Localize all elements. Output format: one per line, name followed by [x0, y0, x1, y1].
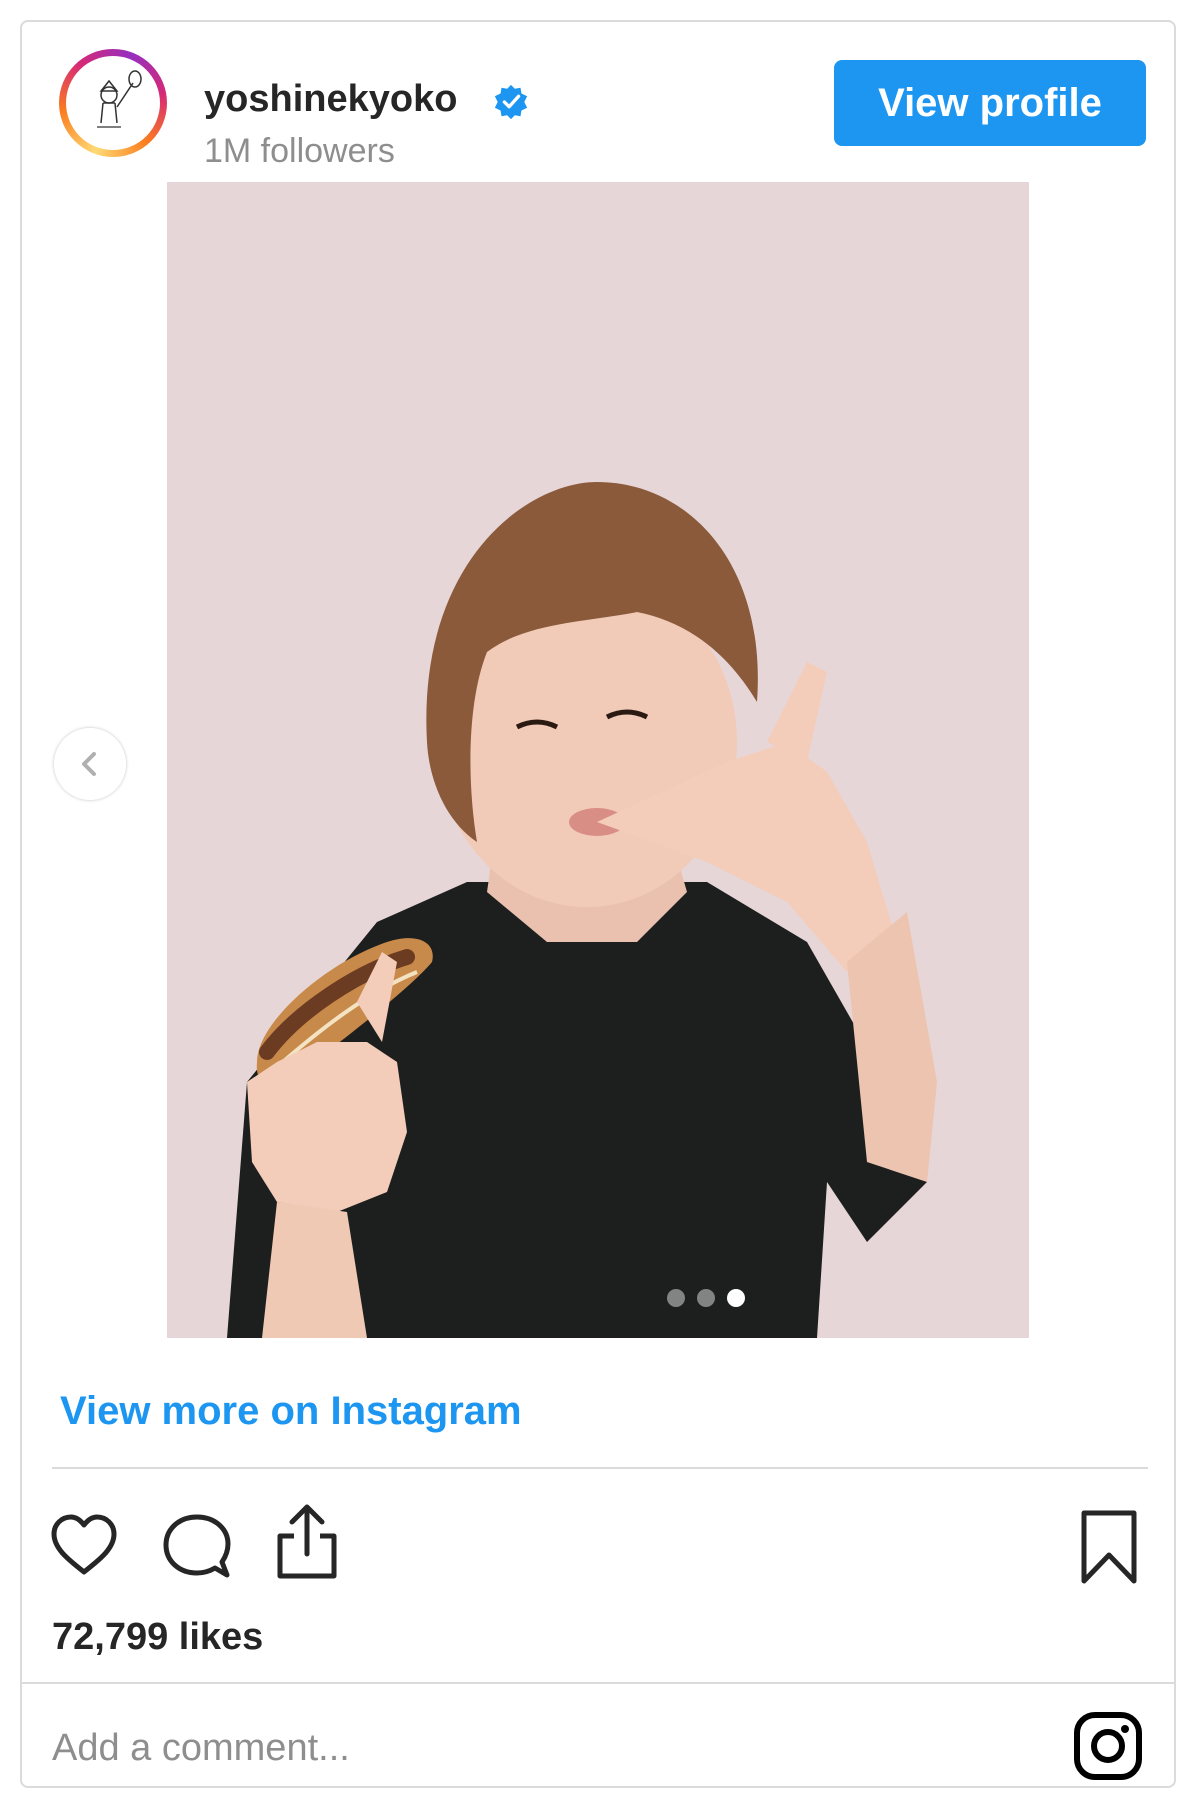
carousel-dot — [697, 1289, 715, 1307]
carousel-dot — [667, 1289, 685, 1307]
avatar-image — [66, 56, 160, 150]
username[interactable]: yoshinekyoko — [204, 78, 457, 121]
like-count[interactable]: 72,799 likes — [52, 1616, 263, 1659]
avatar-illustration — [97, 70, 142, 128]
instagram-logo-icon[interactable] — [1072, 1710, 1144, 1782]
divider — [22, 1682, 1174, 1684]
heart-icon[interactable] — [48, 1512, 120, 1578]
divider — [52, 1467, 1148, 1469]
bookmark-icon[interactable] — [1079, 1509, 1139, 1585]
post-photo[interactable] — [167, 182, 1029, 1338]
chevron-left-icon — [82, 752, 96, 776]
comment-input[interactable]: Add a comment... — [52, 1727, 350, 1770]
follower-count: 1M followers — [204, 132, 395, 170]
carousel-indicator — [667, 1289, 745, 1307]
photo-image — [167, 182, 1029, 1338]
view-more-link[interactable]: View more on Instagram — [60, 1389, 522, 1434]
comment-bubble-icon[interactable] — [162, 1512, 232, 1582]
avatar[interactable] — [59, 49, 167, 157]
carousel-dot-active — [727, 1289, 745, 1307]
view-profile-button[interactable]: View profile — [834, 60, 1146, 146]
instagram-embed-card: yoshinekyoko 1M followers View profile V… — [20, 20, 1176, 1788]
previous-slide-button[interactable] — [54, 728, 126, 800]
share-icon[interactable] — [272, 1502, 342, 1582]
verified-badge-icon — [494, 84, 528, 120]
